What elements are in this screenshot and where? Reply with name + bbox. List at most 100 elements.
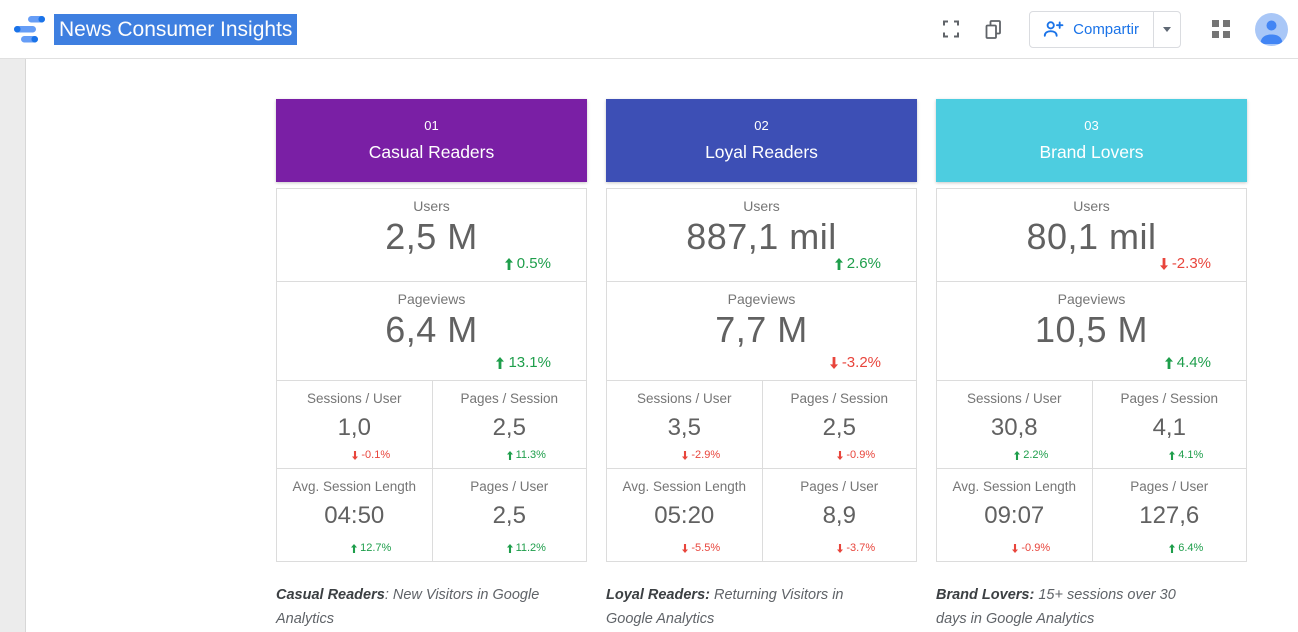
metric-change: -3.2% [830,354,881,371]
trend-arrow-icon [507,544,513,553]
segment-caption: Brand Lovers: 15+ sessions over 30 days … [936,583,1204,631]
report-canvas: 01 Casual Readers Users 2,5 M 0.5% Pagev… [25,59,1298,632]
report-title[interactable]: News Consumer Insights [54,14,297,45]
pages-per-session-scorecard: Pages / Session 2,5 -0.9% [762,381,917,468]
trend-arrow-icon [682,451,688,460]
card-number: 02 [754,118,768,133]
metrics-grid-row: Avg. Session Length 09:07 -0.9% Pages / … [937,468,1246,561]
metric-change: 4.4% [1165,354,1211,371]
users-scorecard: Users 887,1 mil 2.6% [607,189,916,281]
person-add-icon [1042,18,1064,40]
pages-per-user-scorecard: Pages / User 2,5 11.2% [432,469,587,561]
metric-label: Users [607,189,916,214]
metrics-grid-row: Avg. Session Length 04:50 12.7% Pages / … [277,468,586,561]
trend-arrow-icon [1160,258,1168,270]
topbar: News Consumer Insights Compartir [0,0,1298,59]
metric-value: 8,9 [763,502,917,530]
metric-change: 6.4% [1093,542,1247,554]
trend-arrow-icon [830,357,838,369]
metric-value: 127,6 [1093,502,1247,530]
card-header: 01 Casual Readers [276,99,587,182]
share-button-label: Compartir [1073,21,1139,38]
metric-change: -0.9% [763,449,917,461]
data-studio-logo-icon[interactable] [8,9,48,49]
pageviews-scorecard: Pageviews 6,4 M 13.1% [277,281,586,380]
pageviews-scorecard: Pageviews 7,7 M -3.2% [607,281,916,380]
pages-per-user-scorecard: Pages / User 127,6 6.4% [1092,469,1247,561]
share-button-main[interactable]: Compartir [1030,12,1153,47]
apps-grid-icon [1212,20,1230,38]
metric-change: -0.1% [277,449,432,461]
metric-label: Avg. Session Length [277,469,432,494]
segment-card-brand-lovers: 03 Brand Lovers Users 80,1 mil -2.3% Pag… [936,99,1247,562]
apps-grid-button[interactable] [1209,17,1233,41]
users-scorecard: Users 80,1 mil -2.3% [937,189,1246,281]
avg-session-length-scorecard: Avg. Session Length 05:20 -5.5% [607,469,762,561]
person-icon [1255,13,1288,46]
metric-value: 10,5 M [937,309,1246,351]
pageviews-scorecard: Pageviews 10,5 M 4.4% [937,281,1246,380]
metric-label: Sessions / User [607,381,762,406]
metric-value: 2,5 [433,502,587,530]
card-number: 03 [1084,118,1098,133]
card-scorecards: Users 2,5 M 0.5% Pageviews 6,4 M 13.1% [276,188,587,562]
trend-arrow-icon [1169,451,1175,460]
metric-label: Avg. Session Length [607,469,762,494]
metrics-grid-row: Sessions / User 1,0 -0.1% Pages / Sessio… [277,380,586,468]
trend-arrow-icon [1014,451,1020,460]
segment-card-loyal-readers: 02 Loyal Readers Users 887,1 mil 2.6% Pa… [606,99,917,562]
card-header: 03 Brand Lovers [936,99,1247,182]
segment-card-casual-readers: 01 Casual Readers Users 2,5 M 0.5% Pagev… [276,99,587,562]
metric-change: -5.5% [607,542,762,554]
metric-value: 2,5 [763,414,917,442]
trend-arrow-icon [1169,544,1175,553]
metric-value: 1,0 [277,414,432,442]
metric-value: 7,7 M [607,309,916,351]
metric-change: 4.1% [1093,449,1247,461]
metric-change: -2.9% [607,449,762,461]
metric-change: 2.2% [937,449,1092,461]
metric-value: 30,8 [937,414,1092,442]
fullscreen-button[interactable] [939,17,963,41]
metric-label: Pageviews [607,282,916,307]
metrics-grid-row: Sessions / User 30,8 2.2% Pages / Sessio… [937,380,1246,468]
metric-change: 11.2% [433,542,587,554]
metric-value: 04:50 [277,502,432,530]
share-options-dropdown[interactable] [1153,12,1180,47]
metric-label: Sessions / User [937,381,1092,406]
metric-label: Avg. Session Length [937,469,1092,494]
share-button[interactable]: Compartir [1029,11,1181,48]
card-scorecards: Users 80,1 mil -2.3% Pageviews 10,5 M 4.… [936,188,1247,562]
metric-label: Pageviews [277,282,586,307]
topbar-actions: Compartir [939,11,1288,48]
metrics-grid-row: Avg. Session Length 05:20 -5.5% Pages / … [607,468,916,561]
metric-value: 2,5 [433,414,587,442]
trend-arrow-icon [496,357,504,369]
segment-caption: Loyal Readers: Returning Visitors in Goo… [606,583,874,631]
users-scorecard: Users 2,5 M 0.5% [277,189,586,281]
metric-label: Pages / User [433,469,587,494]
metric-change: 0.5% [505,255,551,272]
avatar[interactable] [1255,13,1288,46]
sessions-per-user-scorecard: Sessions / User 30,8 2.2% [937,381,1092,468]
trend-arrow-icon [352,451,358,460]
metric-label: Users [937,189,1246,214]
metric-change: 12.7% [277,542,432,554]
metric-label: Pages / Session [433,381,587,406]
trend-arrow-icon [1165,357,1173,369]
metric-value: 4,1 [1093,414,1247,442]
metric-label: Sessions / User [277,381,432,406]
trend-arrow-icon [837,451,843,460]
metric-label: Pageviews [937,282,1246,307]
metric-value: 3,5 [607,414,762,442]
trend-arrow-icon [505,258,513,270]
metric-value: 09:07 [937,502,1092,530]
metric-value: 6,4 M [277,309,586,351]
copy-report-button[interactable] [981,17,1005,41]
card-header: 02 Loyal Readers [606,99,917,182]
trend-arrow-icon [351,544,357,553]
metric-change: 2.6% [835,255,881,272]
metric-label: Pages / Session [1093,381,1247,406]
card-title: Loyal Readers [705,142,818,163]
pages-per-session-scorecard: Pages / Session 2,5 11.3% [432,381,587,468]
